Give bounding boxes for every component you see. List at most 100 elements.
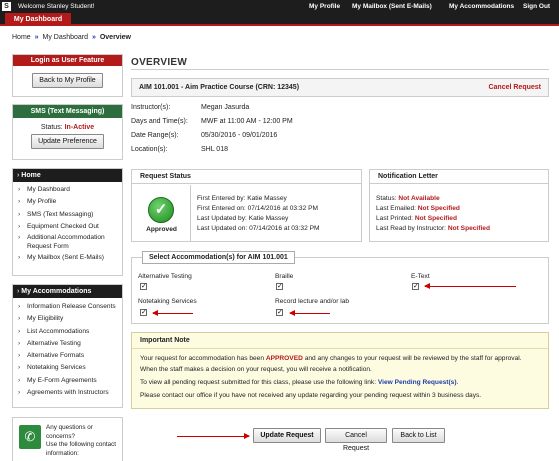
checkbox-notetaking[interactable]: ✓ — [140, 309, 147, 316]
sms-status-label: Status: — [40, 124, 63, 131]
back-to-list-button[interactable]: Back to List — [392, 428, 445, 443]
chevron-right-icon: › — [18, 389, 21, 397]
sidebar-item-eform-agreements[interactable]: › My E-Form Agreements — [13, 375, 122, 387]
chevron-right-icon: › — [18, 198, 21, 206]
accommodation-label-e-text: E-Text — [411, 273, 430, 280]
welcome-text: Welcome Stanley Student! — [18, 3, 95, 10]
title-divider — [131, 69, 549, 70]
phone-icon: ✆ — [19, 425, 41, 449]
request-status-title: Request Status — [132, 170, 361, 184]
breadcrumb-home[interactable]: Home — [12, 34, 31, 41]
chevron-right-icon: › — [18, 186, 21, 193]
annotation-arrow-icon — [177, 433, 250, 439]
chevron-right-icon: › — [18, 234, 21, 242]
sidebar-item-info-release[interactable]: › Information Release Consents — [13, 301, 122, 313]
link-my-profile[interactable]: My Profile — [309, 3, 340, 10]
annotation-arrow-icon — [289, 310, 330, 316]
home-nav-panel: › Home › My Dashboard › My Profile › SMS (T… — [12, 168, 123, 276]
cancel-request-link[interactable]: Cancel Request — [488, 84, 541, 91]
sidebar-item-list-accommodations[interactable]: › List Accommodations — [13, 326, 122, 338]
sidebar-item-my-dashboard[interactable]: › My Dashboard — [13, 184, 122, 196]
update-request-button[interactable]: Update Request — [253, 428, 321, 443]
view-pending-requests-link[interactable]: View Pending Request(s) — [378, 379, 457, 386]
login-as-user-title: Login as User Feature — [13, 55, 122, 66]
login-as-user-panel: Login as User Feature Back to My Profile — [12, 54, 123, 97]
annotation-arrow-icon — [424, 283, 516, 289]
chevron-right-icon: › — [18, 254, 21, 262]
link-my-mailbox[interactable]: My Mailbox (Sent E-Mails) — [352, 3, 432, 10]
breadcrumb-separator: » — [34, 34, 39, 41]
chevron-right-icon: › — [18, 222, 21, 230]
checkbox-record-lecture[interactable]: ✓ — [276, 309, 283, 316]
sms-panel: SMS (Text Messaging) Status: In-Active U… — [12, 104, 123, 160]
checkbox-braille[interactable]: ✓ — [276, 283, 283, 290]
note-line: To view all pending request submitted fo… — [140, 379, 459, 386]
link-sign-out[interactable]: Sign Out — [523, 3, 550, 10]
accommodation-label-record-lecture: Record lecture and/or lab — [275, 298, 350, 305]
tab-row: My Dashboard — [0, 13, 559, 26]
help-text: Any questions or concerns? Use the follo… — [46, 424, 117, 457]
sidebar-item-my-mailbox[interactable]: › My Mailbox (Sent E-Mails) — [13, 252, 122, 264]
page-title: OVERVIEW — [131, 57, 188, 68]
chevron-right-icon: › — [18, 364, 21, 372]
home-nav-title: › Home — [13, 169, 122, 182]
note-line: Please contact our office if you have no… — [140, 392, 482, 399]
back-to-profile-button[interactable]: Back to My Profile — [32, 73, 103, 88]
sms-title: SMS (Text Messaging) — [13, 105, 122, 118]
chevron-right-icon: › — [18, 315, 21, 323]
chevron-right-icon: › — [18, 376, 21, 384]
chevron-right-icon: › — [18, 339, 21, 347]
status-row: Last Updated on: 07/14/2016 at 03:32 PM — [197, 225, 320, 232]
chevron-right-icon: › — [18, 210, 21, 218]
status-row: Last Updated by: Katie Massey — [197, 215, 289, 222]
sidebar-item-equipment[interactable]: › Equipment Checked Out — [13, 221, 122, 233]
sidebar-item-notetaking[interactable]: › Notetaking Services — [13, 362, 122, 374]
sidebar-item-my-profile[interactable]: › My Profile — [13, 196, 122, 208]
tab-my-dashboard[interactable]: My Dashboard — [5, 13, 71, 26]
notification-row: Status: Not Available — [376, 195, 440, 202]
chevron-right-icon: › — [18, 352, 21, 360]
accommodation-label-alternative-testing: Alternative Testing — [138, 273, 192, 280]
accommodations-nav-title: › My Accommodations — [13, 285, 122, 298]
sidebar-item-alternative-testing[interactable]: › Alternative Testing — [13, 338, 122, 350]
status-badge: ✓ Approved — [132, 185, 191, 242]
checkbox-alternative-testing[interactable]: ✓ — [140, 283, 147, 290]
request-status-panel: Request Status ✓ Approved First Entered … — [131, 169, 362, 242]
course-bar: AIM 101.001 - Aim Practice Course (CRN: … — [131, 78, 549, 97]
sidebar-item-sms[interactable]: › SMS (Text Messaging) — [13, 209, 122, 221]
check-circle-icon: ✓ — [148, 197, 174, 223]
checkbox-e-text[interactable]: ✓ — [412, 283, 419, 290]
sidebar-item-request-form[interactable]: Request Form — [13, 242, 122, 252]
notification-letter-title: Notification Letter — [370, 170, 548, 184]
breadcrumb-dashboard[interactable]: My Dashboard — [43, 34, 89, 41]
chevron-right-icon: › — [18, 303, 21, 310]
sidebar-item-additional-accommodation[interactable]: › Additional Accommodation — [13, 233, 122, 242]
breadcrumb-separator: » — [91, 34, 96, 41]
notification-row: Last Emailed: Not Specified — [376, 205, 460, 212]
notification-row: Last Printed: Not Specified — [376, 215, 458, 222]
sidebar-item-eligibility[interactable]: › My Eligibility — [13, 313, 122, 325]
accommodation-selection-panel — [131, 257, 549, 324]
cancel-request-button[interactable]: Cancel Request — [325, 428, 387, 452]
help-panel: ✆ Any questions or concerns? Use the fol… — [12, 417, 123, 461]
notification-row: Last Read by Instructor: Not Specified — [376, 225, 490, 232]
breadcrumb: Home » My Dashboard » Overview — [12, 34, 131, 41]
top-bar: S Welcome Stanley Student! My Profile My… — [0, 0, 559, 13]
sms-status-value: In-Active — [64, 124, 95, 131]
important-note-panel: Important Note Your request for accommod… — [131, 332, 549, 409]
update-preference-button[interactable]: Update Preference — [31, 134, 104, 149]
status-badge-label: Approved — [146, 226, 177, 233]
status-row: First Entered on: 07/14/2016 at 03:32 PM — [197, 205, 318, 212]
link-my-accommodations[interactable]: My Accommodations — [449, 3, 514, 10]
breadcrumb-current: Overview — [99, 34, 131, 41]
accommodation-label-notetaking: Notetaking Services — [138, 298, 197, 305]
app-logo: S — [2, 2, 11, 11]
sidebar-item-alternative-formats[interactable]: › Alternative Formats — [13, 350, 122, 362]
notification-letter-panel: Notification Letter Status: Not Availabl… — [369, 169, 549, 242]
accommodation-label-braille: Braille — [275, 273, 294, 280]
status-row: First Entered by: Katie Massey — [197, 195, 287, 202]
sidebar-item-instructor-agreements[interactable]: › Agreements with Instructors — [13, 387, 122, 399]
note-line: When the staff makes a decision on your … — [140, 366, 372, 373]
accommodation-selection-title: Select Accommodation(s) for AIM 101.001 — [142, 251, 295, 264]
course-title: AIM 101.001 - Aim Practice Course (CRN: … — [139, 84, 300, 91]
